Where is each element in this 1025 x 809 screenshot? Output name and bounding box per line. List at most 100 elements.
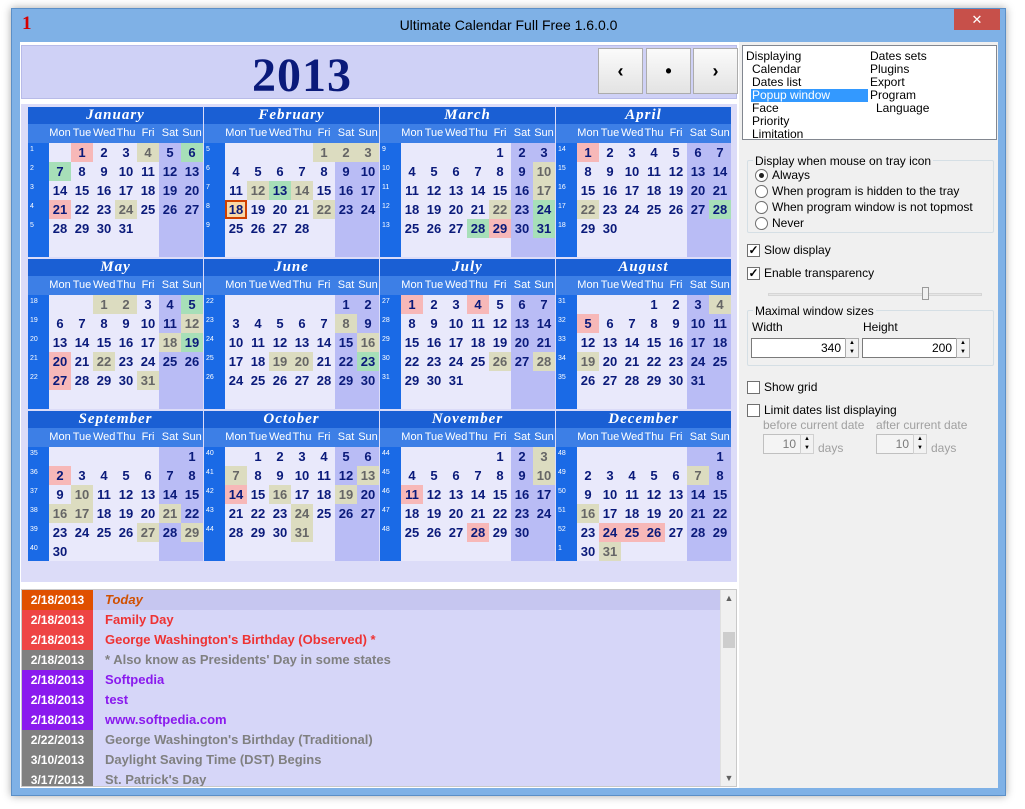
day-cell[interactable]: 28	[71, 371, 93, 390]
day-cell[interactable]: 12	[423, 485, 445, 504]
day-cell[interactable]: 3	[445, 295, 467, 314]
day-cell[interactable]: 29	[401, 371, 423, 390]
day-cell[interactable]: 26	[269, 371, 291, 390]
day-cell[interactable]: 24	[445, 352, 467, 371]
day-cell[interactable]: 29	[489, 523, 511, 542]
day-cell[interactable]: 29	[93, 371, 115, 390]
day-cell[interactable]: 10	[115, 162, 137, 181]
day-cell[interactable]: 5	[643, 466, 665, 485]
day-cell[interactable]: 13	[687, 162, 709, 181]
day-cell[interactable]: 17	[291, 485, 313, 504]
month-title[interactable]: July	[380, 259, 555, 276]
day-cell[interactable]: 2	[423, 295, 445, 314]
day-cell[interactable]: 23	[577, 523, 599, 542]
day-cell[interactable]: 2	[115, 295, 137, 314]
day-cell[interactable]: 16	[577, 504, 599, 523]
day-cell[interactable]: 21	[467, 200, 489, 219]
day-cell[interactable]: 29	[335, 371, 357, 390]
day-cell[interactable]: 29	[71, 219, 93, 238]
day-cell[interactable]: 3	[115, 143, 137, 162]
day-cell[interactable]: 22	[71, 200, 93, 219]
day-cell[interactable]: 29	[181, 523, 203, 542]
day-cell[interactable]: 27	[357, 504, 379, 523]
day-cell[interactable]: 22	[247, 504, 269, 523]
month-title[interactable]: March	[380, 107, 555, 124]
day-cell[interactable]: 17	[357, 181, 379, 200]
dates-list-row[interactable]: 2/18/2013 Family Day	[22, 610, 722, 630]
day-cell[interactable]: 22	[489, 504, 511, 523]
day-cell[interactable]: 15	[335, 333, 357, 352]
day-cell[interactable]: 30	[577, 542, 599, 561]
day-cell[interactable]: 1	[247, 447, 269, 466]
day-cell[interactable]: 4	[643, 143, 665, 162]
day-cell[interactable]: 8	[181, 466, 203, 485]
day-cell[interactable]: 19	[115, 504, 137, 523]
day-cell[interactable]: 25	[247, 371, 269, 390]
day-cell[interactable]: 5	[181, 295, 203, 314]
day-cell[interactable]: 27	[137, 523, 159, 542]
day-cell[interactable]: 4	[621, 466, 643, 485]
height-input[interactable]: 200	[862, 338, 957, 358]
day-cell[interactable]: 31	[533, 219, 555, 238]
day-cell[interactable]: 24	[115, 200, 137, 219]
dates-list-row[interactable]: 2/18/2013 * Also know as Presidents' Day …	[22, 650, 722, 670]
day-cell[interactable]: 13	[665, 485, 687, 504]
day-cell[interactable]: 28	[533, 352, 555, 371]
day-cell[interactable]: 17	[621, 181, 643, 200]
day-cell[interactable]: 25	[93, 523, 115, 542]
day-cell[interactable]: 12	[115, 485, 137, 504]
width-spinner[interactable]: ▲ ▼	[845, 338, 859, 358]
day-cell[interactable]: 19	[423, 504, 445, 523]
day-cell[interactable]: 26	[181, 352, 203, 371]
day-cell[interactable]: 16	[115, 333, 137, 352]
before-days-input[interactable]: 10	[763, 434, 801, 454]
day-cell[interactable]: 24	[533, 200, 555, 219]
day-cell[interactable]: 19	[577, 352, 599, 371]
day-cell[interactable]: 20	[665, 504, 687, 523]
day-cell[interactable]: 27	[445, 219, 467, 238]
day-cell[interactable]: 6	[445, 162, 467, 181]
day-cell[interactable]: 23	[115, 352, 137, 371]
day-cell[interactable]: 15	[71, 181, 93, 200]
day-cell[interactable]: 6	[137, 466, 159, 485]
day-cell[interactable]: 19	[423, 200, 445, 219]
dates-list-scrollbar[interactable]: ▲ ▼	[720, 590, 736, 786]
scroll-thumb[interactable]	[723, 632, 735, 648]
day-cell[interactable]: 8	[577, 162, 599, 181]
day-cell[interactable]: 17	[115, 181, 137, 200]
day-cell[interactable]: 4	[467, 295, 489, 314]
day-cell[interactable]: 25	[313, 504, 335, 523]
dates-list-row[interactable]: 2/18/2013 www.softpedia.com	[22, 710, 722, 730]
day-cell[interactable]: 6	[599, 314, 621, 333]
day-cell[interactable]: 22	[335, 352, 357, 371]
day-cell[interactable]: 9	[599, 162, 621, 181]
day-cell[interactable]: 17	[533, 181, 555, 200]
day-cell[interactable]: 25	[137, 200, 159, 219]
day-cell[interactable]: 16	[335, 181, 357, 200]
day-cell[interactable]: 7	[71, 314, 93, 333]
day-cell[interactable]: 2	[335, 143, 357, 162]
day-cell[interactable]: 16	[93, 181, 115, 200]
day-cell[interactable]: 7	[291, 162, 313, 181]
day-cell[interactable]: 24	[533, 504, 555, 523]
day-cell[interactable]: 11	[313, 466, 335, 485]
day-cell[interactable]: 17	[225, 352, 247, 371]
day-cell[interactable]: 8	[709, 466, 731, 485]
month-title[interactable]: April	[556, 107, 731, 124]
day-cell[interactable]: 15	[93, 333, 115, 352]
day-cell[interactable]: 14	[687, 485, 709, 504]
day-cell[interactable]: 8	[93, 314, 115, 333]
day-cell[interactable]: 30	[357, 371, 379, 390]
day-cell[interactable]: 15	[489, 181, 511, 200]
day-cell[interactable]: 24	[621, 200, 643, 219]
day-cell[interactable]: 19	[489, 333, 511, 352]
day-cell[interactable]: 8	[643, 314, 665, 333]
show-grid-checkbox[interactable]	[747, 381, 760, 394]
limit-dates-checkbox[interactable]	[747, 404, 760, 417]
day-cell[interactable]: 2	[49, 466, 71, 485]
day-cell[interactable]: 26	[115, 523, 137, 542]
day-cell[interactable]: 17	[687, 333, 709, 352]
day-cell[interactable]: 7	[709, 143, 731, 162]
day-cell[interactable]: 16	[269, 485, 291, 504]
day-cell[interactable]: 14	[709, 162, 731, 181]
